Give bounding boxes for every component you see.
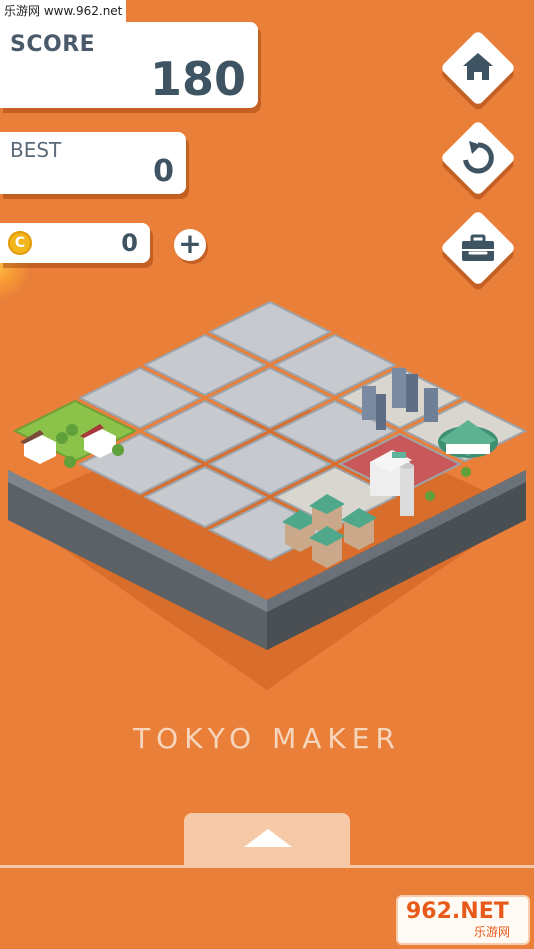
coin-panel: C 0 (0, 223, 150, 263)
watermark-main: 962.NET (406, 899, 509, 924)
watermark-bottom: 962.NET 乐游网 (398, 897, 528, 943)
score-label: SCORE (10, 32, 96, 57)
best-value: 0 (153, 154, 174, 189)
arrow-up-icon (244, 829, 292, 847)
drawer-toggle-button[interactable] (184, 813, 350, 865)
score-panel: SCORE 180 (0, 22, 258, 108)
toolbox-icon (462, 234, 494, 261)
score-value: 180 (149, 52, 246, 106)
restart-icon (463, 141, 494, 174)
best-label: BEST (10, 138, 62, 162)
game-screen: 乐游网 www.962.net SCORE 180 BEST 0 C 0 + T… (0, 0, 534, 949)
coin-value: 0 (121, 229, 138, 257)
game-title: TOKYO MAKER (133, 722, 401, 755)
game-board (8, 300, 528, 690)
best-panel: BEST 0 (0, 132, 186, 194)
watermark-sub: 乐游网 (474, 925, 511, 939)
home-icon (463, 53, 493, 80)
coin-icon: C (8, 231, 32, 255)
add-coins-button[interactable]: + (174, 229, 206, 261)
watermark-top: 乐游网 www.962.net (0, 0, 127, 22)
